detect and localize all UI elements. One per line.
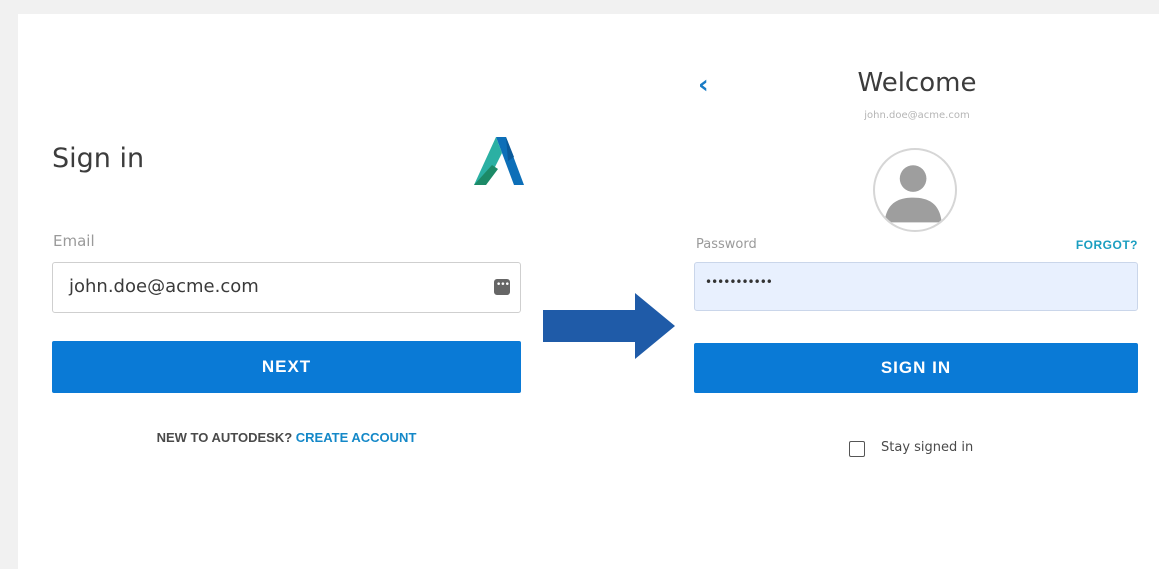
forgot-password-link[interactable]: FORGOT? (1076, 238, 1138, 252)
password-input[interactable]: ••••••••••• (694, 262, 1138, 311)
email-label: Email (53, 232, 95, 250)
password-label: Password (696, 237, 757, 252)
signin-title: Sign in (52, 143, 145, 174)
new-to-autodesk-line: NEW TO AUTODESK? CREATE ACCOUNT (52, 430, 521, 445)
email-input[interactable]: john.doe@acme.com (52, 262, 521, 313)
stay-signed-in-label: Stay signed in (881, 440, 974, 455)
welcome-email: john.doe@acme.com (864, 110, 970, 121)
create-account-link[interactable]: CREATE ACCOUNT (296, 430, 417, 445)
user-avatar-icon (873, 148, 957, 232)
next-button[interactable]: NEXT (52, 341, 521, 393)
stay-signed-in-checkbox[interactable] (849, 441, 865, 457)
email-input-value: john.doe@acme.com (69, 276, 259, 297)
welcome-title: Welcome (857, 68, 977, 98)
arrow-right-icon (543, 293, 675, 359)
new-to-autodesk-text: NEW TO AUTODESK? (156, 430, 293, 445)
password-manager-icon[interactable] (494, 279, 510, 295)
sign-in-button[interactable]: SIGN IN (694, 343, 1138, 393)
password-input-value: ••••••••••• (705, 275, 773, 289)
autodesk-logo-icon (474, 137, 524, 185)
